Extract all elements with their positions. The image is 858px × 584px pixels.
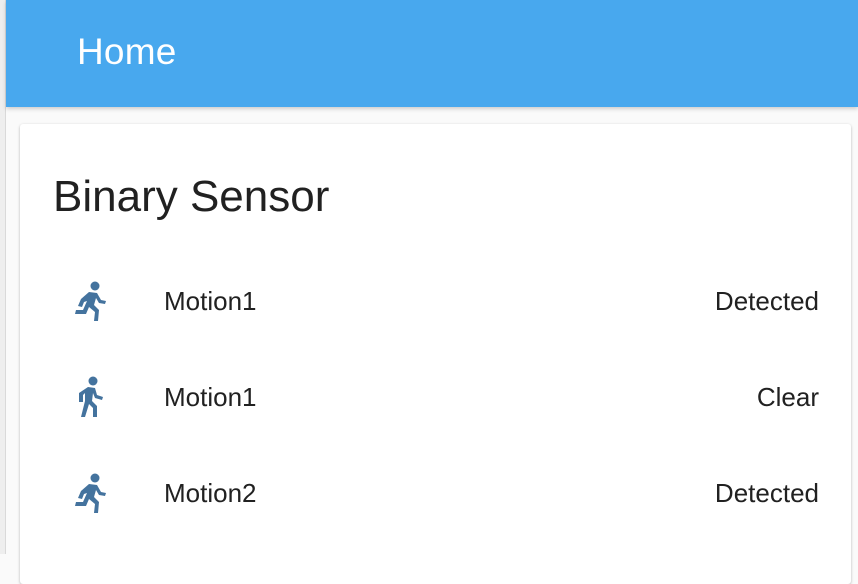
entity-row-motion1-detected[interactable]: Motion1 Detected	[20, 269, 851, 333]
run-fast-icon	[72, 471, 108, 515]
entity-name: Motion2	[164, 478, 257, 508]
binary-sensor-card: Binary Sensor Motion1 Detected Motion1 C…	[20, 124, 851, 584]
app-title: Home	[77, 31, 177, 72]
card-title: Binary Sensor	[53, 172, 330, 221]
app-header: Home	[6, 0, 858, 107]
entity-state: Clear	[756, 382, 819, 412]
entity-row-motion1-clear[interactable]: Motion1 Clear	[20, 365, 851, 429]
entity-row-motion2-detected[interactable]: Motion2 Detected	[20, 461, 851, 525]
run-fast-icon	[72, 279, 108, 323]
entity-state: Detected	[714, 286, 819, 316]
entity-name: Motion1	[164, 382, 257, 412]
entity-name: Motion1	[164, 286, 257, 316]
entity-state: Detected	[714, 478, 819, 508]
walk-icon	[72, 375, 108, 419]
